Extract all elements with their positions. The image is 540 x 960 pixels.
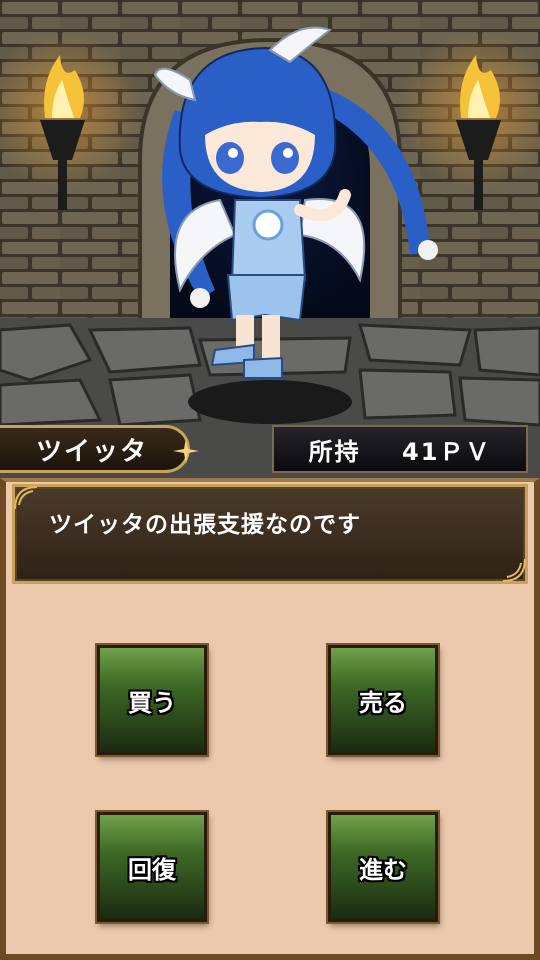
- proceed-button[interactable]: 進む: [328, 812, 438, 922]
- proceed-button-label: 進む: [359, 855, 407, 884]
- heal-button[interactable]: 回復: [97, 812, 207, 922]
- sell-button[interactable]: 売る: [328, 645, 438, 755]
- message-box: ツイッタの出張支援なのです: [12, 484, 528, 584]
- ornament-corner-icon: [502, 558, 526, 582]
- sparkle-icon: [173, 438, 199, 464]
- ornament-corner-icon: [14, 486, 38, 510]
- buy-button[interactable]: 買う: [97, 645, 207, 755]
- pv-balance-plate: 所持 41ＰＶ: [272, 425, 528, 473]
- pv-value: 41ＰＶ: [402, 437, 492, 466]
- heal-button-label: 回復: [128, 855, 176, 884]
- message-text: ツイッタの出張支援なのです: [49, 512, 361, 538]
- character-name-plate: ツイッタ: [0, 425, 199, 473]
- character-name: ツイッタ: [36, 436, 149, 467]
- dungeon-scene: [0, 0, 540, 480]
- buy-button-label: 買う: [128, 688, 176, 717]
- sell-button-label: 売る: [359, 688, 407, 717]
- pv-label: 所持: [308, 437, 361, 466]
